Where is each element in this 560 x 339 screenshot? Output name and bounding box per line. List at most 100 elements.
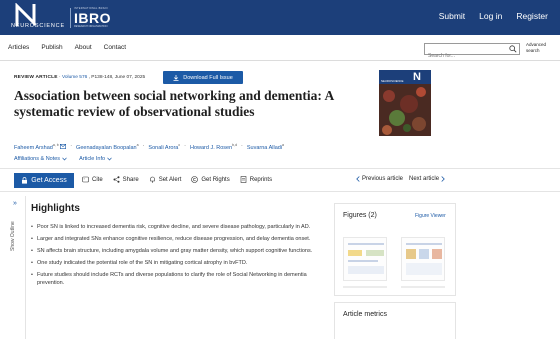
author-affil: a, b xyxy=(52,143,59,147)
author-item[interactable]: Suvarna Alladia xyxy=(247,143,284,151)
chevron-down-icon xyxy=(62,157,67,161)
article-meta: REVIEW ARTICLE · Volume 576 , P138-148, … xyxy=(14,75,146,80)
author-affil: c xyxy=(178,143,181,147)
nav-links: Articles Publish About Contact xyxy=(8,44,126,51)
author-affil: a xyxy=(282,143,284,147)
set-alert-label: Set Alert xyxy=(158,176,182,183)
author-separator: · xyxy=(241,143,243,149)
author-affil: a xyxy=(136,143,139,147)
thumb-block xyxy=(348,266,384,274)
search-box xyxy=(424,43,520,61)
share-icon xyxy=(113,176,120,183)
chevron-left-icon xyxy=(356,176,360,182)
chevron-down-icon xyxy=(107,157,112,161)
thumb-block xyxy=(419,249,429,259)
reprints-button[interactable]: Reprints xyxy=(240,176,272,183)
author-item[interactable]: Faheem Arshada, b xyxy=(14,143,67,151)
cover-artwork xyxy=(379,84,431,136)
previous-article-label: Previous article xyxy=(362,176,404,182)
author-name[interactable]: Sonali Arora xyxy=(148,145,178,151)
double-chevron-right-icon: » xyxy=(13,200,17,207)
download-icon xyxy=(173,74,179,81)
journal-cover-image[interactable]: N NEUROSCIENCE xyxy=(379,70,431,136)
affiliations-toggle[interactable]: Affiliations & Notes xyxy=(14,156,67,162)
author-name[interactable]: Howard J. Rosen xyxy=(190,145,232,151)
thumb-block xyxy=(406,249,416,259)
cite-button[interactable]: " Cite xyxy=(82,176,103,183)
outline-divider xyxy=(25,196,26,339)
previous-article-link[interactable]: Previous article xyxy=(356,176,403,182)
logo-divider xyxy=(70,8,71,28)
share-button[interactable]: Share xyxy=(113,176,139,183)
article-actions: " Cite Share Set Alert Get Rights Reprin… xyxy=(82,176,272,183)
logo-text[interactable]: NEUROSCIENCE xyxy=(11,23,65,29)
author-name[interactable]: Faheem Arshad xyxy=(14,145,53,151)
article-info-toggle[interactable]: Article Info xyxy=(79,156,112,162)
author-item[interactable]: Howard J. Rosenb,d xyxy=(190,143,237,151)
lock-icon xyxy=(22,177,28,184)
thumb-block xyxy=(348,250,362,256)
cover-logo: N xyxy=(413,71,421,83)
article-toggles: Affiliations & Notes Article Info xyxy=(14,156,112,162)
nav-about[interactable]: About xyxy=(75,44,92,51)
author-item[interactable]: Geenadayalan Boopalana xyxy=(76,143,139,151)
account-links: Submit Log in Register xyxy=(439,11,548,21)
search-icon[interactable] xyxy=(509,45,517,53)
thumb-block xyxy=(432,249,442,259)
thumb-block xyxy=(366,250,384,256)
author-item[interactable]: Sonali Arorac xyxy=(148,143,180,151)
highlight-item: Future studies should include RCTs and d… xyxy=(31,271,331,287)
cite-label: Cite xyxy=(92,176,103,183)
advanced-search-link[interactable]: Advanced search xyxy=(526,42,556,54)
download-full-issue-button[interactable]: Download Full Issue xyxy=(163,71,243,84)
next-article-label: Next article xyxy=(409,176,440,182)
figure-viewer-link[interactable]: Figure Viewer xyxy=(415,213,446,219)
affiliations-label: Affiliations & Notes xyxy=(14,156,61,162)
thumb-block xyxy=(406,263,442,275)
figures-heading: Figures (2) xyxy=(343,212,377,219)
register-link[interactable]: Register xyxy=(516,11,548,21)
author-list: Faheem Arshada, b · Geenadayalan Boopala… xyxy=(14,143,284,151)
article-metrics-heading: Article metrics xyxy=(343,311,387,318)
author-name[interactable]: Suvarna Alladi xyxy=(247,145,282,151)
ibro-logo[interactable]: IBRO xyxy=(74,10,111,26)
ibro-tagline-bottom: RESEARCH ORGANIZATION xyxy=(74,25,108,28)
figure-thumbnail-1[interactable] xyxy=(343,237,387,281)
cover-title: NEUROSCIENCE xyxy=(381,79,404,83)
thumb-bar xyxy=(348,260,378,262)
highlights-heading: Highlights xyxy=(31,203,80,214)
author-separator: · xyxy=(70,143,73,149)
nav-articles[interactable]: Articles xyxy=(8,44,29,51)
get-rights-label: Get Rights xyxy=(201,176,230,183)
top-brand-bar: NEUROSCIENCE INTERNATIONAL BRAIN IBRO RE… xyxy=(0,0,560,35)
highlight-item: Larger and integrated SNs enhance cognit… xyxy=(31,235,331,243)
get-access-label: Get Access xyxy=(31,177,67,184)
author-separator: · xyxy=(142,143,145,149)
author-name[interactable]: Geenadayalan Boopalan xyxy=(76,145,137,151)
login-link[interactable]: Log in xyxy=(479,11,502,21)
get-rights-button[interactable]: Get Rights xyxy=(191,176,230,183)
set-alert-button[interactable]: Set Alert xyxy=(149,176,182,183)
show-outline-tab[interactable]: » Show Outline xyxy=(10,200,22,260)
nav-contact[interactable]: Contact xyxy=(104,44,126,51)
thumb-bar xyxy=(348,243,384,245)
thumb-bar xyxy=(406,243,442,245)
next-article-link[interactable]: Next article xyxy=(409,176,445,182)
highlight-item: One study indicated the potential role o… xyxy=(31,259,331,267)
email-icon[interactable] xyxy=(60,143,67,149)
chevron-right-icon xyxy=(441,176,445,182)
bell-icon xyxy=(149,176,155,183)
highlight-item: Poor SN is linked to increased dementia … xyxy=(31,223,331,231)
article-metrics-panel: Article metrics xyxy=(334,302,456,339)
get-access-button[interactable]: Get Access xyxy=(14,173,74,188)
pages-date: , P138-148, June 07, 2025 xyxy=(88,75,146,80)
submit-link[interactable]: Submit xyxy=(439,11,465,21)
search-input[interactable] xyxy=(425,51,505,61)
highlights-list: Poor SN is linked to increased dementia … xyxy=(31,223,331,291)
nav-publish[interactable]: Publish xyxy=(41,44,62,51)
article-info-label: Article Info xyxy=(79,156,106,162)
thumb-caption-line xyxy=(343,286,387,288)
volume-link[interactable]: Volume 576 xyxy=(62,75,87,80)
figure-thumbnail-2[interactable] xyxy=(401,237,445,281)
show-outline-label: Show Outline xyxy=(10,221,16,251)
